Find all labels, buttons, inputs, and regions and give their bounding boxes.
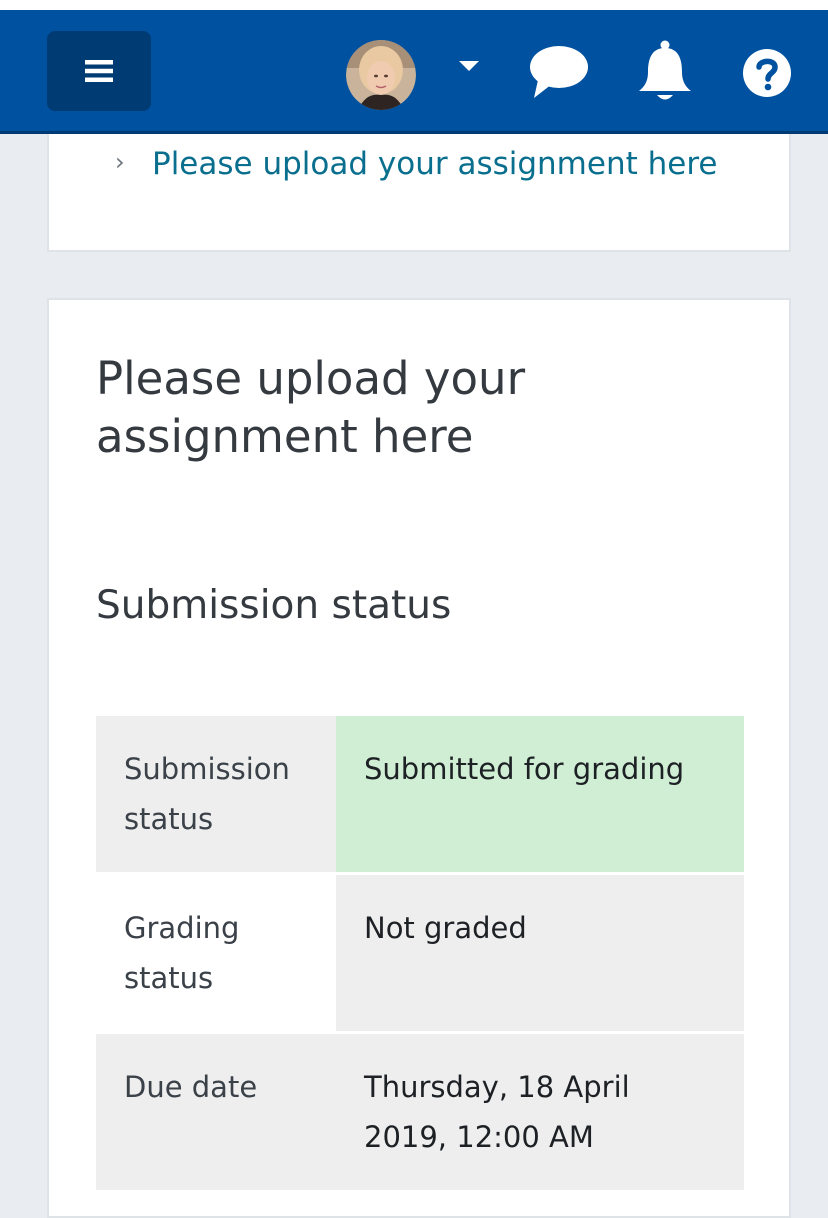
- row-value: Not graded: [336, 873, 744, 1034]
- breadcrumb-assignment-link[interactable]: Please upload your assignment here: [152, 146, 717, 182]
- hamburger-icon: [85, 60, 113, 82]
- top-navbar: [0, 10, 828, 134]
- row-value: Submitted for grading: [336, 716, 744, 875]
- top-strip: [0, 0, 828, 10]
- chat-bubble-icon[interactable]: [528, 40, 590, 102]
- row-label: Grading status: [96, 873, 336, 1034]
- caret-down-icon[interactable]: [456, 58, 482, 74]
- table-row: Due date Thursday, 18 April 2019, 12:00 …: [96, 1032, 744, 1193]
- page-title: Please upload your assignment here: [96, 352, 526, 463]
- table-row: Grading status Not graded: [96, 873, 744, 1034]
- submission-status-table: Submission status Submitted for grading …: [96, 716, 744, 1193]
- breadcrumb-chevron-icon: ›: [115, 148, 125, 176]
- assignment-card: Please upload your assignment here Submi…: [47, 298, 791, 1218]
- menu-button[interactable]: [47, 31, 151, 111]
- table-row: Submission status Submitted for grading: [96, 716, 744, 875]
- section-title: Submission status: [96, 583, 452, 628]
- user-avatar[interactable]: [346, 40, 416, 110]
- question-circle-icon[interactable]: [742, 48, 792, 98]
- bell-icon[interactable]: [637, 40, 693, 104]
- breadcrumb-card: › Please upload your assignment here: [47, 134, 791, 252]
- avatar-image: [346, 40, 416, 110]
- row-label: Submission status: [96, 716, 336, 875]
- row-value: Thursday, 18 April 2019, 12:00 AM: [336, 1032, 744, 1193]
- row-label: Due date: [96, 1032, 336, 1193]
